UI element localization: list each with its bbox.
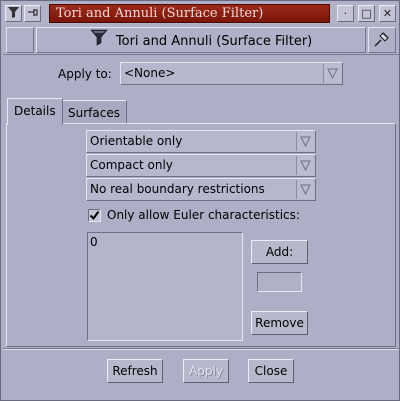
title-bar[interactable]: Tori and Annuli (Surface Filter) · □ ✕ — [3, 3, 399, 24]
window-menu-icon[interactable] — [5, 5, 22, 22]
apply-to-label: Apply to: — [58, 67, 112, 81]
footer-divider — [3, 348, 399, 350]
filter-funnel-icon — [90, 28, 108, 55]
euler-list[interactable]: 0 — [87, 232, 243, 341]
header-title: Tori and Annuli (Surface Filter) — [115, 34, 313, 49]
compactness-value: Compact only — [90, 158, 173, 172]
tab-details[interactable]: Details — [7, 98, 63, 125]
dock-button[interactable] — [368, 27, 396, 53]
dock-pin-icon — [374, 32, 389, 47]
chevron-down-icon[interactable] — [296, 156, 314, 175]
chevron-down-icon[interactable] — [296, 180, 314, 199]
check-icon — [89, 210, 100, 221]
apply-button[interactable]: Apply — [183, 359, 229, 383]
boundary-value: No real boundary restrictions — [90, 182, 265, 196]
add-button[interactable]: Add: — [251, 240, 308, 264]
chevron-down-icon[interactable] — [296, 132, 314, 151]
refresh-button[interactable]: Refresh — [107, 359, 163, 383]
euler-checkbox-label[interactable]: Only allow Euler characteristics: — [107, 208, 300, 222]
close-window-button[interactable]: ✕ — [379, 5, 396, 22]
pin-icon[interactable] — [24, 5, 41, 22]
orientability-combo[interactable]: Orientable only — [86, 130, 316, 153]
compactness-combo[interactable]: Compact only — [86, 154, 316, 177]
apply-to-combo[interactable]: <None> — [120, 62, 343, 85]
euler-add-input[interactable] — [257, 272, 302, 292]
euler-checkbox[interactable] — [88, 209, 101, 222]
tab-surfaces[interactable]: Surfaces — [61, 100, 127, 125]
window-title: Tori and Annuli (Surface Filter) — [49, 4, 330, 23]
chevron-down-icon[interactable] — [323, 64, 341, 83]
apply-to-value: <None> — [124, 66, 176, 80]
header-title-box: Tori and Annuli (Surface Filter) — [36, 27, 366, 53]
boundary-combo[interactable]: No real boundary restrictions — [86, 178, 316, 201]
packet-header: Tori and Annuli (Surface Filter) — [3, 25, 399, 55]
surface-filter-window: Tori and Annuli (Surface Filter) · □ ✕ T… — [0, 0, 400, 401]
orientability-value: Orientable only — [90, 134, 183, 148]
close-button[interactable]: Close — [248, 359, 294, 383]
minimize-button[interactable]: · — [337, 5, 354, 22]
remove-button[interactable]: Remove — [251, 311, 308, 335]
header-spacer — [6, 27, 34, 53]
maximize-button[interactable]: □ — [358, 5, 375, 22]
list-item[interactable]: 0 — [88, 233, 242, 251]
